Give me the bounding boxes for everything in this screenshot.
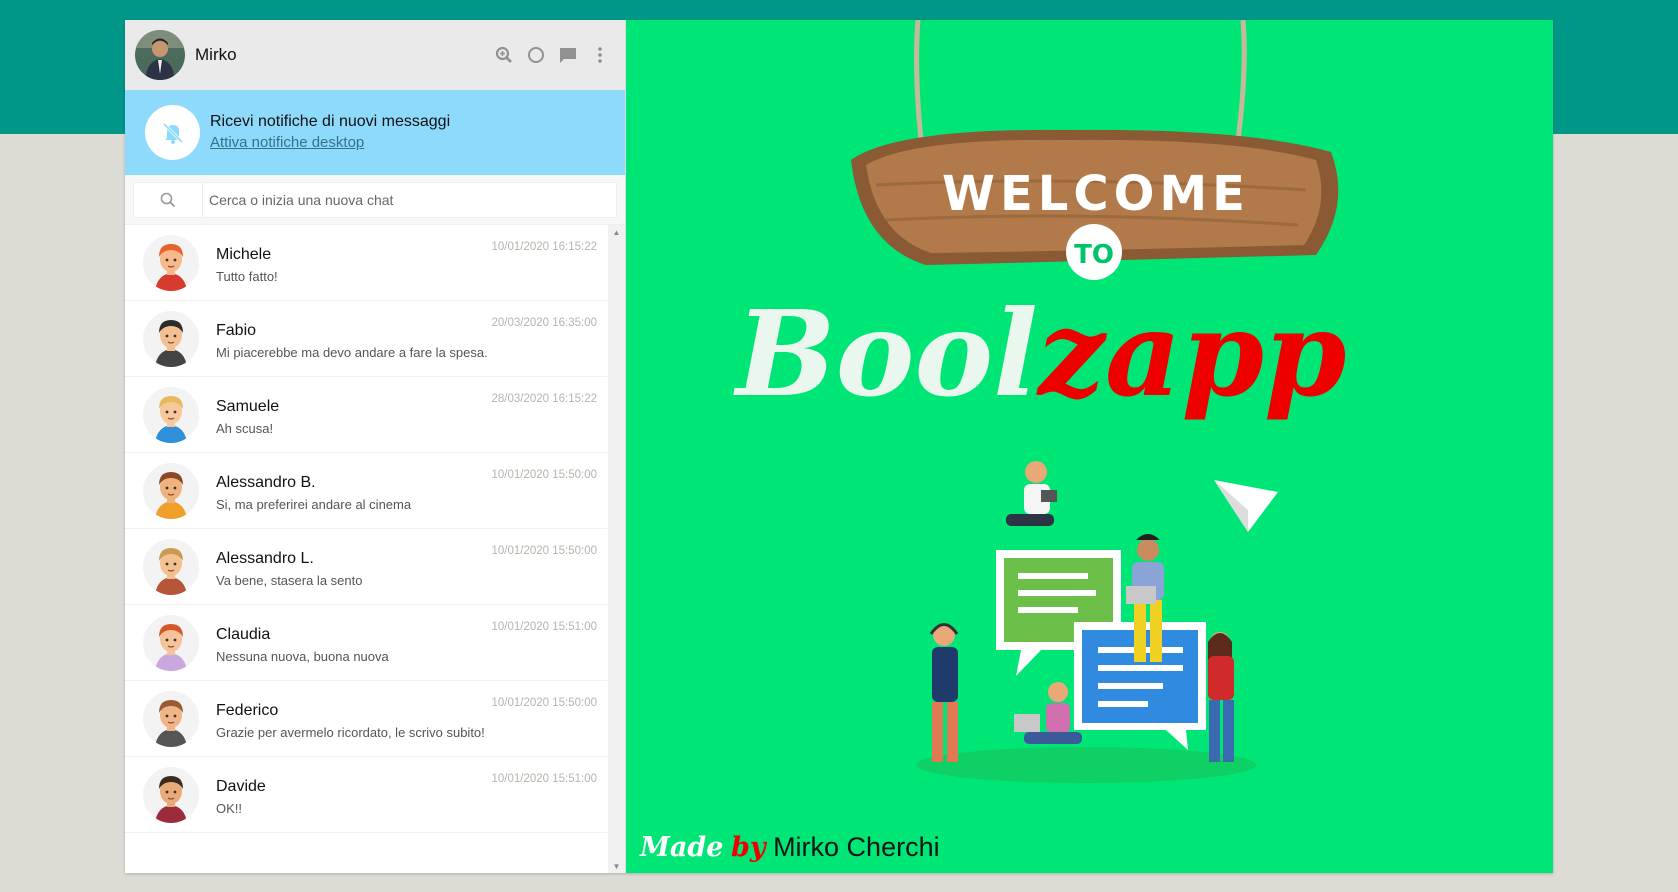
message-timestamp: 20/03/2020 16:35:00	[491, 317, 597, 329]
chat-list-item[interactable]: Alessandro L. Va bene, stasera la sento 10…	[125, 529, 607, 605]
search-icon[interactable]	[134, 182, 203, 217]
last-message: OK!!	[216, 800, 243, 816]
search-plus-icon[interactable]	[495, 46, 513, 64]
notification-title: Ricevi notifiche di nuovi messaggi	[210, 113, 451, 130]
bell-off-icon	[145, 105, 200, 160]
chat-list-item[interactable]: Michele Tutto fatto! 10/01/2020 16:15:22	[125, 225, 607, 301]
message-timestamp: 10/01/2020 15:51:00	[491, 621, 597, 633]
contact-avatar	[143, 386, 199, 443]
credit-author-name: Mirko Cherchi	[773, 832, 940, 862]
last-message: Si, ma preferirei andare al cinema	[216, 496, 412, 512]
header-actions	[495, 46, 609, 64]
status-circle-icon[interactable]	[527, 46, 545, 64]
credit-made: Made	[640, 832, 724, 863]
contact-avatar	[143, 462, 199, 519]
chat-list-item[interactable]: Fabio Mi piacerebbe ma devo andare a fare…	[125, 301, 607, 377]
sign-welcome-text: WELCOME	[942, 166, 1250, 222]
contact-avatar	[143, 766, 199, 823]
last-message: Nessuna nuova, buona nuova	[216, 648, 389, 664]
message-timestamp: 10/01/2020 15:50:00	[491, 469, 597, 481]
welcome-sign: WELCOME TO	[851, 129, 1339, 280]
last-message: Va bene, stasera la sento	[216, 572, 363, 588]
welcome-pane: WELCOME TO Boolzapp Made by Mirko Cherch…	[626, 20, 1553, 873]
message-timestamp: 28/03/2020 16:15:22	[491, 393, 597, 405]
contact-avatar	[143, 614, 199, 671]
message-timestamp: 10/01/2020 15:50:00	[491, 697, 597, 709]
chat-icon[interactable]	[559, 46, 577, 64]
sidebar-header: Mirko	[125, 20, 625, 90]
last-message: Ah scusa!	[216, 420, 274, 436]
contact-avatar	[143, 310, 199, 367]
chat-list-scrollbar[interactable]: ▲ ▼	[608, 225, 625, 873]
sign-to-text: TO	[1074, 240, 1114, 270]
contact-avatar	[143, 234, 199, 291]
search-bar	[125, 175, 625, 225]
scroll-up-arrow-icon[interactable]: ▲	[608, 225, 625, 239]
paper-plane-icon	[1214, 480, 1278, 532]
chat-list: Michele Tutto fatto! 10/01/2020 16:15:22 Fa…	[125, 225, 607, 873]
made-by-credit: Made by Mirko Cherchi	[640, 832, 940, 863]
more-vert-icon[interactable]	[591, 46, 609, 64]
last-message: Mi piacerebbe ma devo andare a fare la s…	[216, 344, 488, 360]
brand-part-bool: Bool	[733, 284, 1038, 423]
brand-part-zapp: zapp	[1036, 284, 1346, 423]
last-message: Tutto fatto!	[216, 268, 278, 284]
profile-avatar[interactable]	[135, 30, 185, 80]
message-timestamp: 10/01/2020 15:51:00	[491, 773, 597, 785]
contact-avatar	[143, 690, 199, 747]
chat-people-illustration	[916, 461, 1256, 783]
chat-list-item[interactable]: Samuele Ah scusa! 28/03/2020 16:15:22	[125, 377, 607, 453]
credit-by: by	[730, 832, 766, 863]
last-message: Grazie per avermelo ricordato, le scrivo…	[216, 724, 485, 740]
chat-list-item[interactable]: Claudia Nessuna nuova, buona nuova 10/01/2…	[125, 605, 607, 681]
app-window: Mirko Ricevi notifiche di nuovi messaggi…	[125, 20, 1553, 873]
sidebar: Mirko Ricevi notifiche di nuovi messaggi…	[125, 20, 626, 873]
brand-title: Boolzapp	[733, 284, 1346, 423]
chat-list-item[interactable]: Davide OK!! 10/01/2020 15:51:00	[125, 757, 607, 833]
enable-notifications-link[interactable]: Attiva notifiche desktop	[210, 134, 364, 151]
scroll-down-arrow-icon[interactable]: ▼	[608, 859, 625, 873]
message-timestamp: 10/01/2020 16:15:22	[491, 241, 597, 253]
chat-list-item[interactable]: Alessandro B. Si, ma preferirei andare al…	[125, 453, 607, 529]
profile-name: Mirko	[195, 45, 237, 64]
search-input[interactable]	[203, 182, 616, 217]
chat-list-item[interactable]: Federico Grazie per avermelo ricordato, l…	[125, 681, 607, 757]
welcome-illustration: WELCOME TO Boolzapp	[733, 20, 1346, 783]
notification-banner: Ricevi notifiche di nuovi messaggi Attiv…	[125, 90, 625, 175]
contact-avatar	[143, 538, 199, 595]
message-timestamp: 10/01/2020 15:50:00	[491, 545, 597, 557]
